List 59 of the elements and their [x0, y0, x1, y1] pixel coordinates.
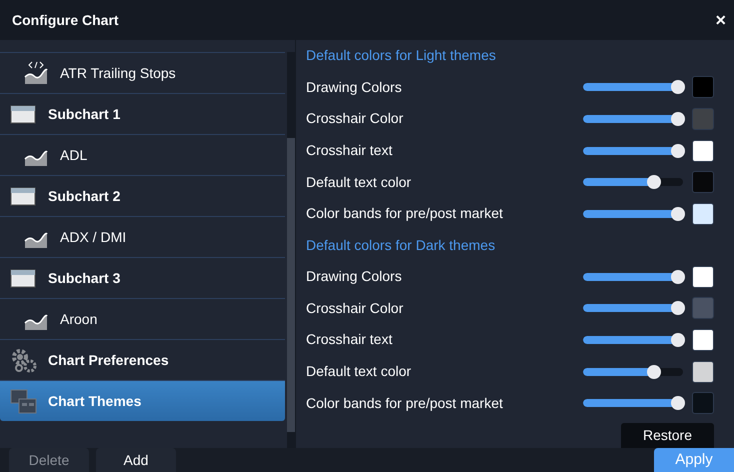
sidebar-item[interactable]: ATR Trailing Stops: [0, 52, 286, 93]
opacity-slider[interactable]: [583, 112, 685, 126]
windows-icon: [10, 388, 38, 414]
color-swatch[interactable]: [692, 76, 714, 98]
setting-label: Color bands for pre/post market: [306, 204, 504, 224]
opacity-slider[interactable]: [583, 144, 685, 158]
setting-label: Default text color: [306, 362, 412, 382]
color-swatch[interactable]: [692, 297, 714, 320]
section-heading: Default colors for Dark themes: [306, 236, 496, 255]
footer-button[interactable]: Add: [96, 448, 176, 472]
setting-label: Crosshair Color: [306, 298, 404, 318]
slider-thumb[interactable]: [647, 175, 662, 190]
slider-thumb[interactable]: [647, 364, 662, 379]
slider-thumb[interactable]: [671, 144, 685, 158]
opacity-slider[interactable]: [583, 80, 685, 94]
slider-thumb[interactable]: [671, 332, 685, 347]
sidebar-item[interactable]: Subchart 2: [0, 175, 286, 216]
chart-script-icon: [22, 60, 50, 86]
window-title: Configure Chart: [12, 10, 119, 30]
color-swatch[interactable]: [692, 266, 714, 288]
setting-label: Crosshair text: [306, 330, 394, 350]
color-swatch[interactable]: [692, 171, 714, 194]
opacity-slider[interactable]: [583, 396, 685, 410]
setting-label: Drawing Colors: [306, 267, 403, 286]
restore-button[interactable]: Restore: [620, 423, 714, 448]
scrollbar-thumb[interactable]: [287, 138, 295, 432]
color-swatch[interactable]: [692, 392, 714, 414]
gears-icon: [10, 347, 38, 373]
color-swatch[interactable]: [692, 140, 714, 162]
opacity-slider[interactable]: [583, 332, 685, 347]
setting-label: Crosshair text: [306, 141, 394, 160]
opacity-slider[interactable]: [583, 206, 685, 221]
color-swatch[interactable]: [692, 328, 714, 351]
color-swatch[interactable]: [692, 108, 714, 130]
sidebar-item[interactable]: Subchart 1: [0, 93, 286, 134]
color-swatch[interactable]: [692, 360, 714, 383]
setting-label: Color bands for pre/post market: [306, 394, 504, 413]
opacity-slider[interactable]: [583, 364, 685, 379]
scrollbar[interactable]: [287, 52, 295, 448]
setting-label: Default text color: [306, 172, 412, 192]
opacity-slider[interactable]: [583, 270, 685, 284]
setting-label: Crosshair Color: [306, 109, 404, 128]
opacity-slider[interactable]: [583, 175, 685, 190]
slider-thumb[interactable]: [671, 396, 685, 410]
sidebar-item[interactable]: Subchart 3: [0, 257, 286, 298]
sidebar-item[interactable]: Chart Themes: [0, 380, 286, 421]
slider-thumb[interactable]: [671, 80, 685, 94]
slider-thumb[interactable]: [671, 206, 685, 221]
opacity-slider[interactable]: [583, 301, 685, 316]
setting-label: Drawing Colors: [306, 78, 403, 97]
section-heading: Default colors for Light themes: [306, 46, 497, 66]
slider-thumb[interactable]: [671, 301, 685, 316]
color-swatch[interactable]: [692, 202, 714, 225]
close-button[interactable]: ×: [715, 11, 726, 29]
slider-thumb[interactable]: [671, 270, 685, 284]
slider-thumb[interactable]: [671, 112, 685, 126]
sidebar-item[interactable]: Aroon: [0, 298, 286, 339]
sidebar-item[interactable]: ADX / DMI: [0, 216, 286, 257]
sidebar-item[interactable]: ADL: [0, 134, 286, 175]
